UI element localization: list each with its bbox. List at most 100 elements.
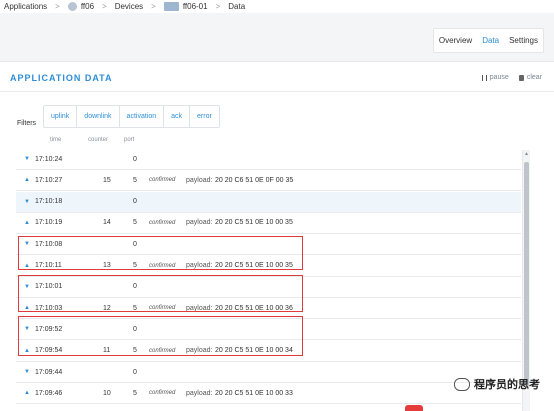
wechat-icon [454,377,470,391]
row-counter: 14 [103,219,111,227]
row-time: 17:09:46 [35,389,63,397]
downlink-arrow-icon[interactable]: ▼ [24,241,30,247]
uplink-arrow-icon[interactable]: ▲ [24,220,30,226]
table-row[interactable]: ▲ 17:09:54 11 5 confirmed payload: 20 20 C5 51… [16,341,521,362]
downlink-arrow-icon[interactable]: ▼ [24,199,30,205]
row-counter: 11 [103,347,111,355]
device-badge-icon [163,2,179,11]
downlink-arrow-icon[interactable]: ▼ [24,369,30,375]
scrollbar[interactable]: ▲ [522,150,530,411]
uplink-arrow-icon[interactable]: ▲ [24,390,30,396]
row-payload-label: payload: [186,176,213,184]
row-confirmed: confirmed [149,305,176,312]
column-header-time: time [50,137,62,143]
breadcrumb-separator: > [55,2,60,11]
breadcrumb-data: Data [228,2,246,11]
row-time: 17:10:11 [35,262,62,269]
table-row[interactable]: ▼ 17:09:44 0 [16,362,521,383]
downlink-arrow-icon[interactable]: ▼ [24,326,30,332]
row-time: 17:10:08 [35,240,63,248]
table-row[interactable]: ▼ 17:10:18 0 [16,191,521,213]
downlink-arrow-icon[interactable]: ▼ [24,284,30,290]
row-time: 17:10:19 [35,219,63,227]
row-port: 5 [133,176,137,184]
row-confirmed: confirmed [149,347,176,354]
row-port: 0 [133,240,137,248]
row-payload: 20 20 C5 51 0E 10 00 33 [215,389,293,397]
watermark: 程序员的思考 [454,376,540,392]
breadcrumb-separator: > [102,2,107,11]
table-row[interactable]: ▲ 17:10:03 12 5 confirmed payload: 20 20 C5 51… [16,298,521,320]
column-header-counter: counter [88,137,109,143]
row-time: 17:10:01 [35,283,63,291]
row-time: 17:10:18 [35,198,63,206]
table-row[interactable]: ▼ 17:10:24 0 [16,149,521,170]
breadcrumb-device[interactable]: ff06-01 [183,2,208,11]
tab-settings[interactable]: Settings [504,29,543,52]
breadcrumb-devices[interactable]: Devices [115,2,143,11]
row-port: 5 [133,347,137,355]
row-counter: 13 [103,262,111,269]
filter-error-button[interactable]: error [190,106,219,127]
row-payload-label: payload: [186,304,213,312]
table-row[interactable]: ▼ 17:10:01 0 [16,277,521,298]
filter-ack-button[interactable]: ack [164,106,191,127]
row-port: 0 [133,283,137,291]
filter-activation-button[interactable]: activation [120,106,165,127]
row-confirmed: confirmed [149,219,176,226]
row-port: 5 [133,219,137,227]
table-row[interactable]: ▲ 17:10:19 14 5 confirmed payload: 20 20 C5 51… [16,213,521,234]
row-port: 5 [133,389,137,397]
table-row[interactable]: ▲ 17:09:46 10 5 confirmed payload: 20 20 C5 51… [16,383,521,405]
uplink-arrow-icon[interactable]: ▲ [24,177,30,183]
trash-icon [518,74,524,81]
scroll-up-icon[interactable]: ▲ [524,151,529,157]
application-icon [67,2,77,11]
row-port: 0 [133,368,137,376]
divider [0,91,554,92]
row-confirmed: confirmed [149,390,176,397]
notification-badge [405,405,423,411]
panel-actions: pause clear [481,74,542,81]
table-row[interactable]: ▲ 17:10:27 15 5 confirmed payload: 20 20 C6 51… [16,170,521,192]
row-payload: 20 20 C5 51 0E 10 00 34 [215,347,293,355]
scrollbar-thumb[interactable] [524,162,529,387]
row-time: 17:09:52 [35,325,63,333]
row-payload-label: payload: [186,262,213,269]
uplink-arrow-icon[interactable]: ▲ [24,348,30,354]
uplink-arrow-icon[interactable]: ▲ [24,263,30,269]
row-time: 17:10:03 [35,304,63,312]
pause-button[interactable]: pause [481,74,509,81]
breadcrumb-applications[interactable]: Applications [4,2,47,11]
downlink-arrow-icon[interactable]: ▼ [24,156,30,162]
filters-label: Filters [17,120,37,127]
row-port: 5 [133,262,137,269]
table-row[interactable]: ▼ 17:10:08 0 [16,234,521,256]
clear-label: clear [526,74,542,81]
row-port: 5 [133,304,137,312]
row-counter: 15 [103,176,111,184]
clear-button[interactable]: clear [518,74,542,81]
table-row[interactable]: ▼ 17:09:52 0 [16,319,521,341]
row-time: 17:09:44 [35,368,63,376]
row-counter: 10 [103,389,111,397]
row-time: 17:10:27 [35,176,63,184]
row-port: 0 [133,155,137,163]
breadcrumb-app[interactable]: ff06 [81,2,94,11]
column-header-port: port [124,137,135,143]
row-payload-label: payload: [186,347,213,355]
uplink-arrow-icon[interactable]: ▲ [24,305,30,311]
row-payload: 20 20 C6 51 0E 0F 00 35 [215,176,294,184]
row-port: 0 [133,325,137,333]
row-payload: 20 20 C5 51 0E 10 00 35 [215,219,293,227]
filter-downlink-button[interactable]: downlink [77,106,120,127]
row-time: 17:09:54 [35,347,63,355]
row-confirmed: confirmed [149,262,176,269]
table-row[interactable]: ▲ 17:10:11 13 5 confirmed payload: 20 20 C5 51… [16,256,521,277]
pause-icon [481,74,487,81]
breadcrumb-separator: > [215,2,221,11]
tab-data[interactable]: Data [477,29,504,52]
filter-uplink-button[interactable]: uplink [44,106,78,127]
panel-title: APPLICATION DATA [10,73,113,83]
tab-overview[interactable]: Overview [434,29,477,52]
